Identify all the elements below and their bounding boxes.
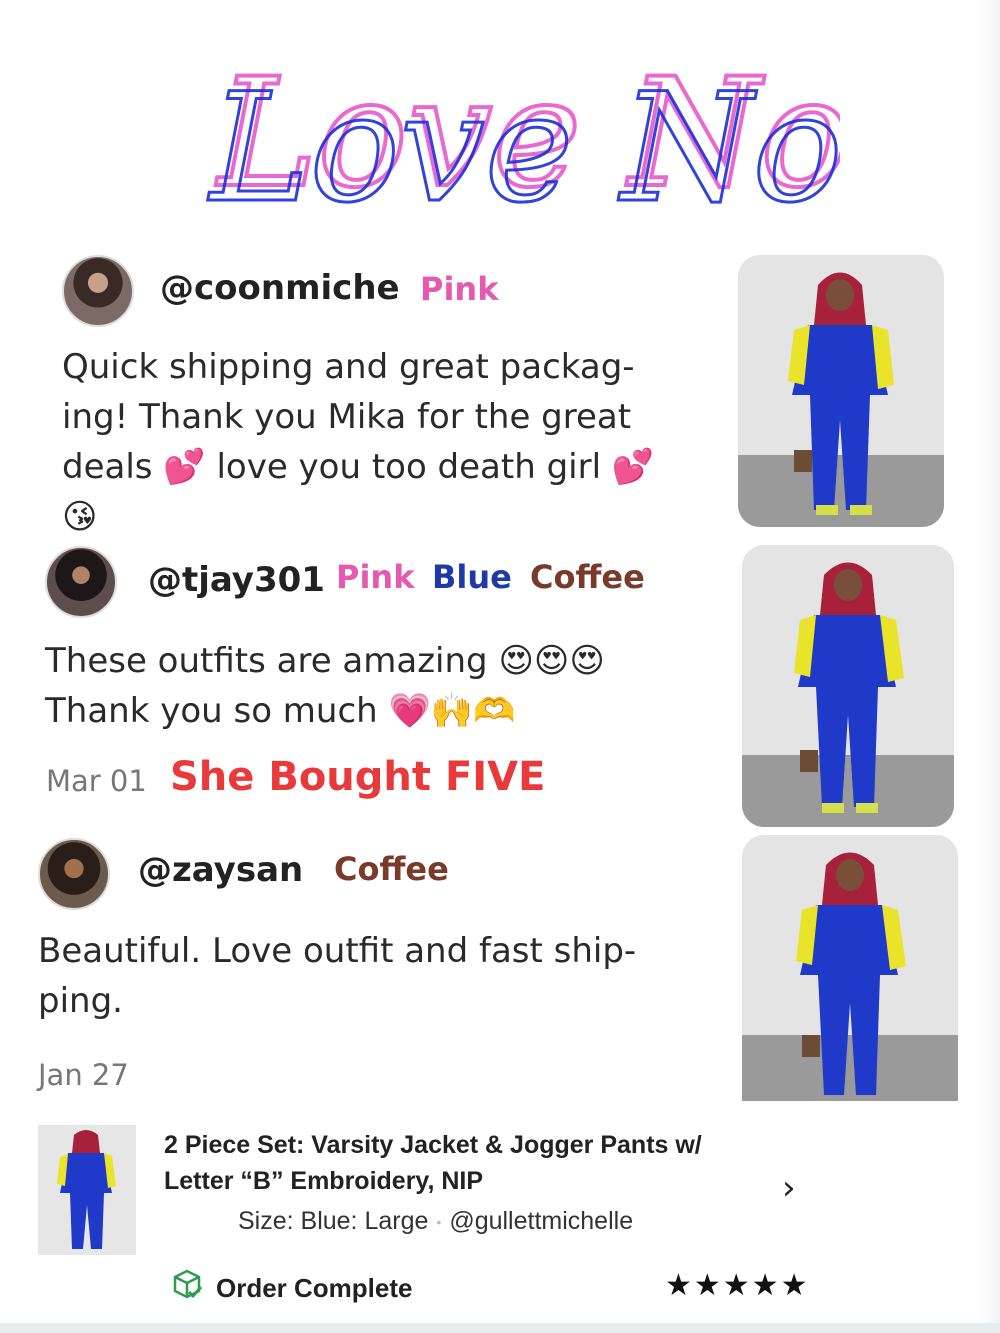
product-photo[interactable] <box>742 545 954 827</box>
avatar <box>38 838 110 910</box>
review-handle[interactable]: @coonmiche <box>160 268 400 308</box>
review-date: Jan 27 <box>38 1058 129 1092</box>
package-check-icon <box>170 1268 204 1309</box>
avatar <box>45 546 117 618</box>
review-text: Quick shipping and great packag- ing! Th… <box>62 347 655 537</box>
color-tag-blue: Blue <box>432 558 512 596</box>
love-notes-title: Love Notes Love Notes <box>200 0 1000 250</box>
product-photo[interactable] <box>742 835 958 1101</box>
review-date: Mar 01 <box>46 764 147 798</box>
review-handle[interactable]: @zaysan <box>138 850 303 890</box>
chevron-right-icon[interactable]: › <box>782 1168 796 1208</box>
product-size: Size: Blue: Large <box>238 1207 429 1235</box>
order-status: Order Complete <box>170 1268 413 1309</box>
product-title[interactable]: 2 Piece Set: Varsity Jacket & Jogger Pan… <box>164 1127 764 1199</box>
product-thumbnail[interactable] <box>38 1125 136 1255</box>
color-tag-pink: Pink <box>420 270 499 308</box>
rating-stars: ★★★★★ <box>665 1268 810 1303</box>
color-tag-coffee: Coffee <box>530 558 645 596</box>
review-handle[interactable]: @tjay301 <box>148 560 325 600</box>
avatar <box>62 255 134 327</box>
color-tag-pink: Pink <box>336 558 415 596</box>
color-tag-coffee: Coffee <box>334 850 449 888</box>
page-edge <box>978 0 1000 1333</box>
bottom-divider <box>0 1323 1000 1333</box>
svg-text:Love Notes: Love Notes <box>207 62 840 236</box>
highlight-note: She Bought FIVE <box>170 754 546 800</box>
review-text: Beautiful. Love outfit and fast ship- pi… <box>38 931 637 1021</box>
product-photo[interactable] <box>738 255 944 527</box>
meta-separator: • <box>436 1214 442 1231</box>
seller-handle[interactable]: @gullettmichelle <box>449 1207 633 1235</box>
product-meta: Size: Blue: Large • @gullettmichelle <box>238 1207 633 1236</box>
review-text: These outfits are amazing 😍😍😍 Thank you … <box>45 641 605 731</box>
order-status-label: Order Complete <box>216 1273 413 1303</box>
